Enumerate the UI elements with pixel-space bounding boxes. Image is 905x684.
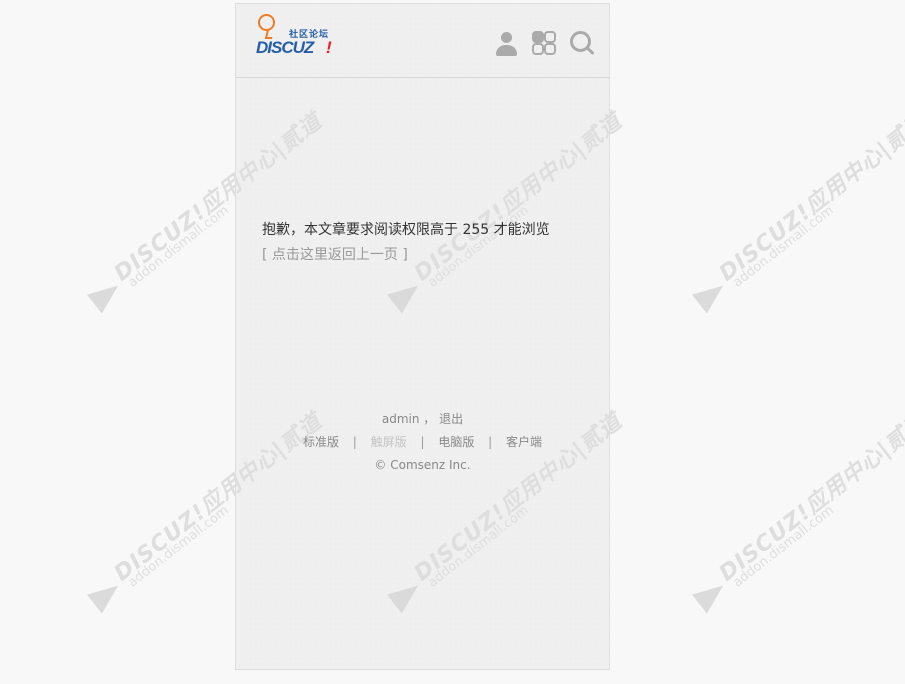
search-icon[interactable] — [570, 31, 595, 56]
footer-separator: | — [352, 435, 357, 449]
watermark-sub-text: addon.dismall.com — [730, 502, 837, 591]
grid-cell-icon — [544, 31, 556, 43]
watermark-plane-icon — [87, 576, 126, 614]
discuz-logo[interactable]: 社区论坛 DISCUZ ! — [256, 14, 336, 57]
watermark-main-text: DISCUZ!应用中心|贰道 — [714, 109, 905, 287]
watermark-plane-icon — [87, 276, 126, 314]
copyright-text: © Comsenz Inc. — [374, 458, 471, 472]
mobile-page: 社区论坛 DISCUZ ! 抱歉，本文章要求阅读权限高于 255 才能浏览 [ … — [235, 3, 610, 670]
watermark-sub-text: addon.dismall.com — [125, 502, 232, 591]
grid-cell-icon — [532, 31, 544, 43]
user-head-shape — [501, 32, 512, 43]
watermark-plane-icon — [692, 576, 731, 614]
logo-discuz-text: DISCUZ — [256, 38, 314, 57]
watermark-sub-text: addon.dismall.com — [125, 202, 232, 291]
grid-cell-icon — [544, 43, 556, 55]
standard-version-link[interactable]: 标准版 — [303, 435, 339, 449]
watermark-main-text: DISCUZ!应用中心|贰道 — [714, 409, 905, 587]
watermark: DISCUZ!应用中心|贰道 addon.dismall.com — [665, 109, 905, 339]
logout-link[interactable]: 退出 — [439, 412, 463, 426]
search-handle-shape — [585, 45, 595, 56]
username-link[interactable]: admin — [382, 412, 420, 426]
desktop-version-link[interactable]: 电脑版 — [438, 435, 474, 449]
comma-separator: ， — [423, 412, 436, 426]
client-link[interactable]: 客户端 — [506, 435, 542, 449]
page-footer: admin ， 退出 标准版 | 触屏版 | 电脑版 | 客户端 © Comse… — [236, 408, 609, 477]
user-line: admin ， 退出 — [236, 408, 609, 431]
back-link[interactable]: [ 点击这里返回上一页 ] — [262, 244, 408, 264]
footer-separator: | — [420, 435, 425, 449]
watermark-plane-icon — [692, 276, 731, 314]
permission-error-message: 抱歉，本文章要求阅读权限高于 255 才能浏览 — [262, 222, 550, 238]
lightbulb-logo-icon — [258, 14, 275, 31]
grid-cell-icon — [532, 43, 544, 55]
watermark-sub-text: addon.dismall.com — [730, 202, 837, 291]
page-header: 社区论坛 DISCUZ ! — [236, 4, 609, 78]
logo-exclamation-mark: ! — [326, 38, 332, 57]
user-body-shape — [496, 45, 517, 56]
user-icon[interactable] — [494, 31, 519, 58]
watermark: DISCUZ!应用中心|贰道 addon.dismall.com — [665, 409, 905, 639]
footer-separator: | — [488, 435, 493, 449]
grid-icon[interactable] — [532, 31, 556, 55]
touch-version-link[interactable]: 触屏版 — [371, 435, 407, 449]
version-links: 标准版 | 触屏版 | 电脑版 | 客户端 — [236, 431, 609, 454]
